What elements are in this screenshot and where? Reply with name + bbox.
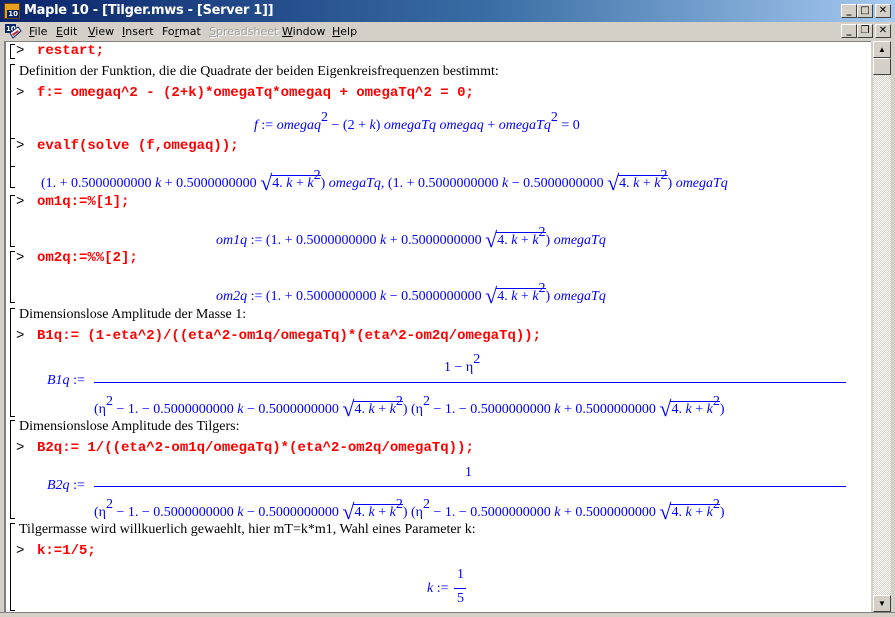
output-b1q-denominator: (η2 − 1. − 0.5000000000 k − 0.5000000000… (94, 394, 725, 421)
execution-group-bracket[interactable] (10, 308, 15, 417)
output-k-denominator: 5 (457, 591, 464, 606)
prompt: > (16, 43, 25, 59)
execution-group-bracket[interactable] (10, 138, 15, 188)
scroll-thumb[interactable] (873, 58, 891, 75)
input-restart[interactable]: restart; (37, 43, 104, 59)
close-button[interactable]: ✕ (875, 4, 891, 18)
scroll-up-button[interactable]: ▲ (873, 41, 891, 58)
prompt: > (16, 85, 25, 101)
text-absorber-mass: Tilgermasse wird willkuerlich gewaehlt, … (19, 522, 476, 537)
text-amplitude-absorber: Dimensionslose Amplitude des Tilgers: (19, 419, 240, 434)
output-solutions: (1. + 0.5000000000 k + 0.5000000000 √4. … (41, 168, 728, 195)
output-b1q-lhs: B1q := (47, 373, 85, 388)
input-b2q[interactable]: B2q:= 1/((eta^2-om1q/omegaTq)*(eta^2-om2… (37, 440, 474, 456)
output-b1q-numerator: 1 − η2 (444, 352, 481, 375)
scroll-down-button[interactable]: ▼ (873, 595, 891, 612)
menu-window[interactable]: Window (282, 25, 325, 38)
output-k-lhs: k := (427, 581, 449, 596)
prompt: > (16, 194, 25, 210)
fraction-line (454, 588, 466, 589)
input-f[interactable]: f:= omegaq^2 - (2+k)*omegaTq*omegaq + om… (37, 85, 474, 101)
doc-close-button[interactable]: ✕ (875, 24, 891, 38)
execution-group-bracket[interactable] (10, 523, 15, 611)
doc-minimize-button[interactable]: _ (841, 24, 857, 38)
input-om1q[interactable]: om1q:=%[1]; (37, 194, 129, 210)
prompt: > (16, 440, 25, 456)
output-om1q: om1q := (1. + 0.5000000000 k + 0.5000000… (216, 225, 606, 252)
text-amplitude-mass1: Dimensionslose Amplitude der Masse 1: (19, 307, 247, 322)
input-om2q[interactable]: om2q:=%%[2]; (37, 250, 138, 266)
prompt: > (16, 328, 25, 344)
document-icon[interactable]: 10 (4, 23, 22, 39)
menu-file[interactable]: File (29, 25, 47, 38)
worksheet[interactable]: > restart; Definition der Funktion, die … (4, 41, 871, 612)
prompt: > (16, 138, 25, 154)
execution-group-bracket[interactable] (10, 420, 15, 519)
input-evalf[interactable]: evalf(solve (f,omegaq)); (37, 138, 239, 154)
execution-group-bracket[interactable] (10, 251, 15, 303)
minimize-button[interactable]: _ (841, 4, 857, 18)
prompt: > (16, 250, 25, 266)
window-title: Maple 10 - [Tilger.mws - [Server 1]] (24, 3, 274, 18)
fraction-line (94, 382, 846, 383)
execution-group-bracket[interactable] (10, 44, 15, 59)
input-b1q[interactable]: B1q:= (1-eta^2)/((eta^2-om1q/omegaTq)*(e… (37, 328, 541, 344)
input-k[interactable]: k:=1/5; (37, 543, 96, 559)
title-bar: 10 Maple 10 - [Tilger.mws - [Server 1]] … (0, 0, 895, 22)
window-bottom-border (0, 612, 895, 617)
execution-group-bracket[interactable] (10, 195, 15, 247)
output-b2q-lhs: B2q := (47, 478, 85, 493)
menu-format[interactable]: Format (162, 25, 201, 38)
menu-edit[interactable]: Edit (56, 25, 77, 38)
output-k-numerator: 1 (457, 567, 464, 582)
menu-bar: 10 File Edit View Insert Format Spreadsh… (0, 22, 895, 41)
menu-spreadsheet: Spreadsheet (209, 25, 279, 38)
menu-view[interactable]: View (88, 25, 114, 38)
output-om2q: om2q := (1. + 0.5000000000 k − 0.5000000… (216, 281, 606, 308)
output-b2q-numerator: 1 (465, 465, 472, 480)
output-f: f := omegaq2 − (2 + k) omegaTq omegaq + … (254, 110, 580, 133)
prompt: > (16, 543, 25, 559)
window-border (891, 41, 895, 612)
fraction-line (94, 486, 846, 487)
menu-help[interactable]: Help (332, 25, 357, 38)
menu-insert[interactable]: Insert (122, 25, 154, 38)
output-b2q-denominator: (η2 − 1. − 0.5000000000 k − 0.5000000000… (94, 497, 725, 524)
maple-app-icon[interactable]: 10 (4, 3, 20, 19)
maximize-button[interactable]: □ (857, 4, 873, 18)
doc-restore-button[interactable]: ❐ (857, 24, 873, 38)
vertical-scrollbar[interactable]: ▲ ▼ (873, 41, 891, 612)
text-definition: Definition der Funktion, die die Quadrat… (19, 64, 499, 79)
